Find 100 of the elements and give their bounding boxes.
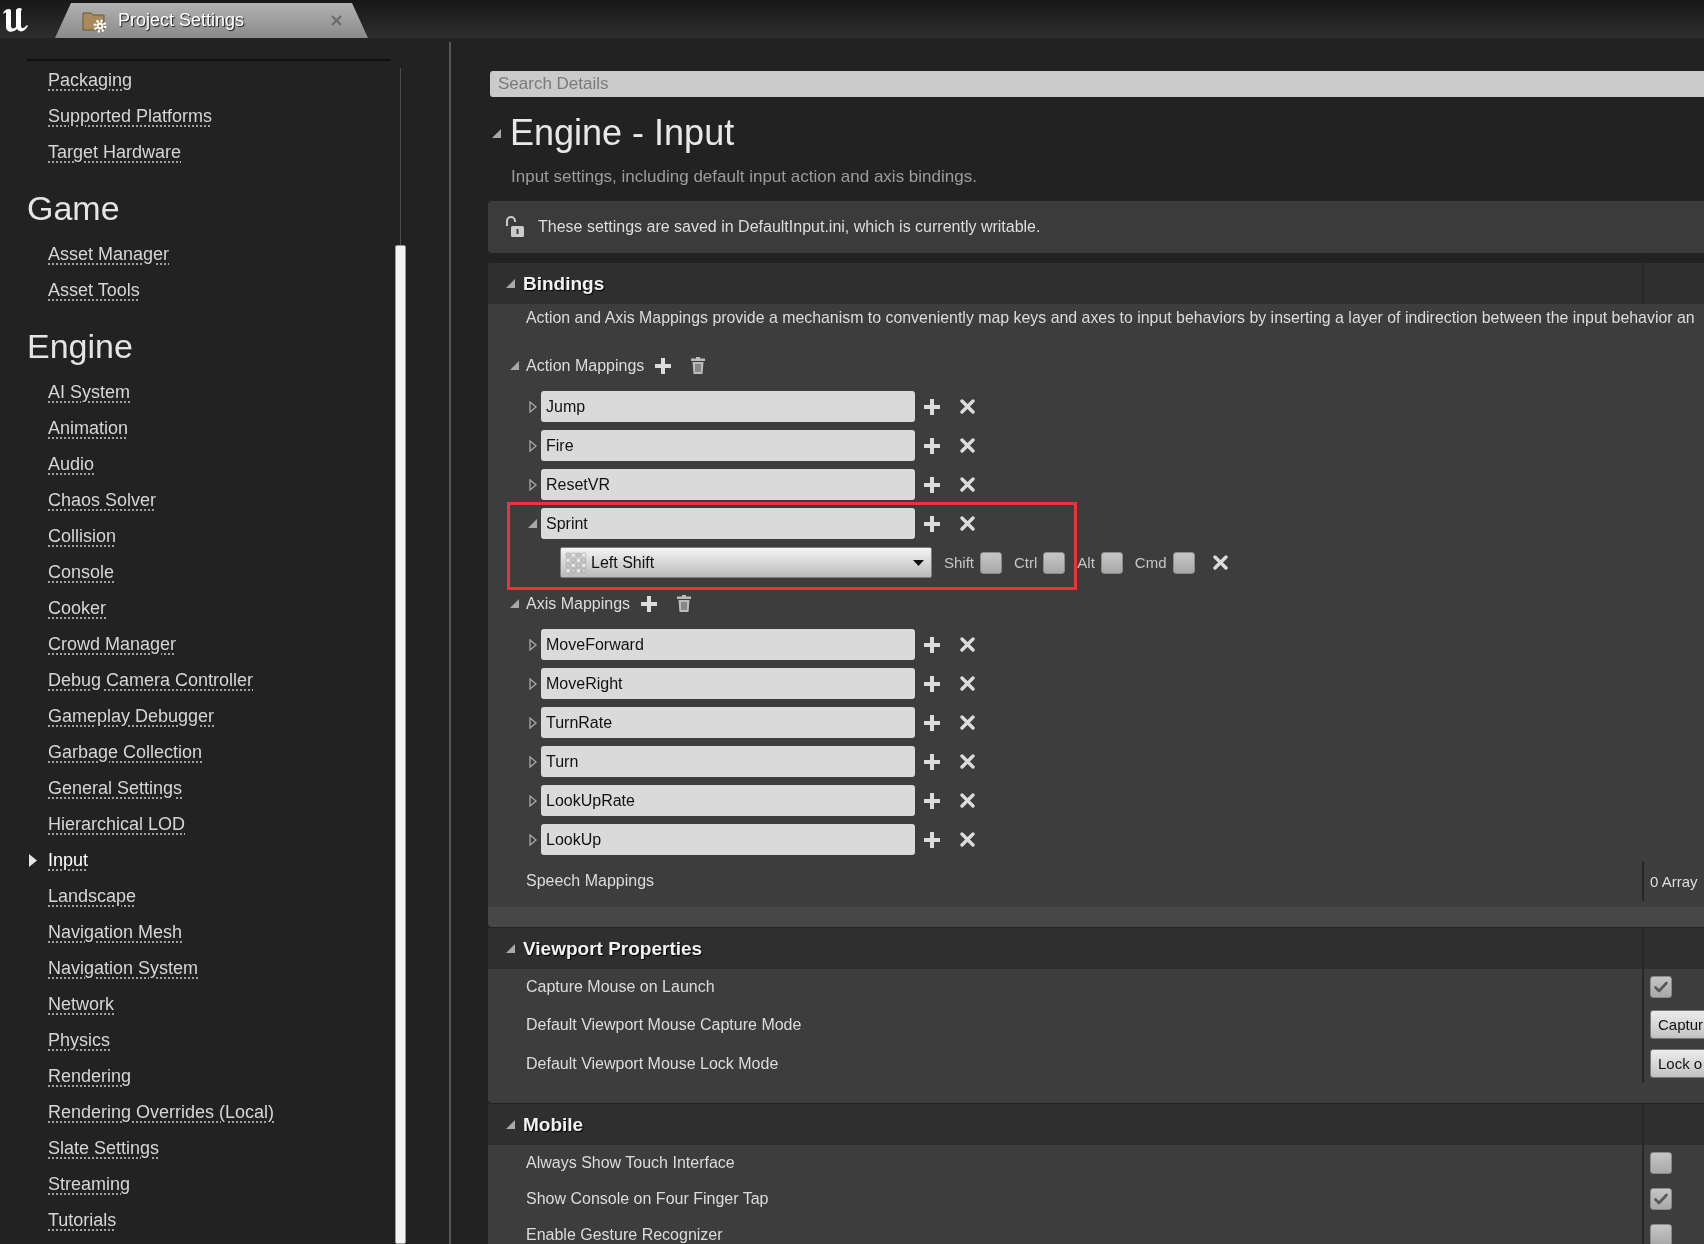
scrollbar-thumb[interactable]: [395, 245, 406, 1244]
name-field[interactable]: MoveForward: [541, 629, 915, 660]
x-icon[interactable]: [960, 832, 975, 847]
sidebar-link[interactable]: Crowd Manager: [48, 633, 177, 655]
name-field[interactable]: ResetVR: [541, 469, 915, 500]
x-icon[interactable]: [960, 477, 975, 492]
sidebar-link[interactable]: Asset Manager: [48, 243, 170, 265]
x-icon[interactable]: [960, 793, 975, 808]
name-field[interactable]: MoveRight: [541, 668, 915, 699]
sidebar-link[interactable]: Debug Camera Controller: [48, 669, 254, 691]
x-icon[interactable]: [960, 715, 975, 730]
triangle-icon[interactable]: [506, 944, 515, 953]
name-field[interactable]: LookUp: [541, 824, 915, 855]
sidebar-link[interactable]: Collision: [48, 525, 117, 547]
triangle-icon[interactable]: [528, 833, 537, 846]
sidebar-link[interactable]: Audio: [48, 453, 95, 475]
sidebar-link[interactable]: Garbage Collection: [48, 741, 203, 763]
triangle-icon[interactable]: [492, 128, 501, 138]
sidebar-link[interactable]: Streaming: [48, 1173, 131, 1195]
property-label: Default Viewport Mouse Lock Mode: [526, 1054, 779, 1073]
checkbox[interactable]: [1650, 1152, 1672, 1174]
triangle-icon[interactable]: [510, 361, 519, 370]
triangle-icon[interactable]: [528, 400, 537, 413]
sidebar-link[interactable]: Landscape: [48, 885, 137, 907]
search-field[interactable]: Search Details: [490, 71, 1704, 97]
sidebar-link[interactable]: Supported Platforms: [48, 105, 213, 127]
name-field[interactable]: LookUpRate: [541, 785, 915, 816]
trash-icon[interactable]: [677, 595, 692, 612]
checkbox[interactable]: [1043, 551, 1066, 574]
triangle-icon[interactable]: [528, 519, 537, 528]
sidebar-link[interactable]: Packaging: [48, 69, 133, 91]
value-dropdown[interactable]: Captur: [1650, 1010, 1704, 1039]
x-icon[interactable]: [960, 438, 975, 453]
sidebar-link[interactable]: Navigation System: [48, 957, 199, 979]
trash-icon[interactable]: [691, 357, 706, 374]
sidebar-link[interactable]: Target Hardware: [48, 141, 182, 163]
name-field[interactable]: Fire: [541, 430, 915, 461]
x-icon[interactable]: [960, 676, 975, 691]
name-field[interactable]: TurnRate: [541, 707, 915, 738]
checkbox[interactable]: [1650, 976, 1672, 998]
sidebar-link[interactable]: Input: [48, 849, 89, 871]
checkbox[interactable]: [1650, 1188, 1672, 1210]
sidebar-link[interactable]: Tutorials: [48, 1209, 117, 1231]
triangle-icon[interactable]: [528, 755, 537, 768]
triangle-icon[interactable]: [528, 677, 537, 690]
property-label: Enable Gesture Recognizer: [526, 1226, 723, 1244]
name-field[interactable]: Sprint: [541, 508, 915, 539]
category-heading: Game: [27, 188, 120, 228]
sidebar-link[interactable]: Animation: [48, 417, 129, 439]
checkbox[interactable]: [1100, 551, 1123, 574]
checkbox[interactable]: [980, 551, 1002, 574]
plus-icon[interactable]: [924, 437, 940, 454]
triangle-icon[interactable]: [528, 478, 537, 491]
plus-icon[interactable]: [655, 357, 672, 374]
checkbox[interactable]: [1650, 1224, 1672, 1244]
plus-icon[interactable]: [924, 636, 940, 653]
triangle-icon[interactable]: [528, 716, 537, 729]
x-icon[interactable]: [1212, 555, 1228, 570]
plus-icon[interactable]: [924, 675, 940, 692]
sidebar-link[interactable]: General Settings: [48, 777, 183, 799]
category-header[interactable]: Viewport Properties: [488, 928, 1704, 969]
sidebar-link[interactable]: Navigation Mesh: [48, 921, 183, 943]
sidebar-link[interactable]: Gameplay Debugger: [48, 705, 215, 727]
plus-icon[interactable]: [924, 714, 940, 731]
plus-icon[interactable]: [924, 515, 940, 532]
sidebar-link[interactable]: Slate Settings: [48, 1137, 160, 1159]
name-field[interactable]: Jump: [541, 391, 915, 422]
key-dropdown[interactable]: Left Shift: [560, 547, 932, 578]
plus-icon[interactable]: [924, 753, 940, 770]
sidebar-link[interactable]: Cooker: [48, 597, 107, 619]
plus-icon[interactable]: [924, 831, 940, 848]
sidebar-link[interactable]: AI System: [48, 381, 131, 403]
checkbox[interactable]: [1172, 551, 1195, 574]
x-icon[interactable]: [960, 399, 975, 414]
sidebar-link[interactable]: Physics: [48, 1029, 110, 1051]
triangle-icon[interactable]: [528, 638, 537, 651]
name-field[interactable]: Turn: [541, 746, 915, 777]
x-icon[interactable]: [960, 516, 975, 531]
triangle-icon[interactable]: [506, 279, 515, 288]
x-icon[interactable]: [960, 754, 975, 769]
plus-icon[interactable]: [641, 595, 658, 612]
triangle-icon[interactable]: [510, 599, 519, 608]
category-heading: Engine: [27, 326, 133, 366]
plus-icon[interactable]: [924, 792, 940, 809]
value-dropdown[interactable]: Lock o: [1650, 1049, 1704, 1078]
sidebar-link[interactable]: Asset Tools: [48, 279, 140, 301]
plus-icon[interactable]: [924, 476, 940, 493]
category-header[interactable]: Mobile: [488, 1104, 1704, 1145]
sidebar-link[interactable]: Console: [48, 561, 115, 583]
sidebar-link[interactable]: Network: [48, 993, 114, 1015]
triangle-icon[interactable]: [506, 1120, 515, 1129]
category-header[interactable]: Bindings: [488, 263, 1704, 304]
triangle-icon[interactable]: [528, 439, 537, 452]
sidebar-link[interactable]: Rendering: [48, 1065, 132, 1087]
sidebar-link[interactable]: Chaos Solver: [48, 489, 157, 511]
x-icon[interactable]: [960, 637, 975, 652]
triangle-icon[interactable]: [528, 794, 537, 807]
sidebar-link[interactable]: Rendering Overrides (Local): [48, 1101, 275, 1123]
sidebar-link[interactable]: Hierarchical LOD: [48, 813, 186, 835]
plus-icon[interactable]: [924, 398, 940, 415]
